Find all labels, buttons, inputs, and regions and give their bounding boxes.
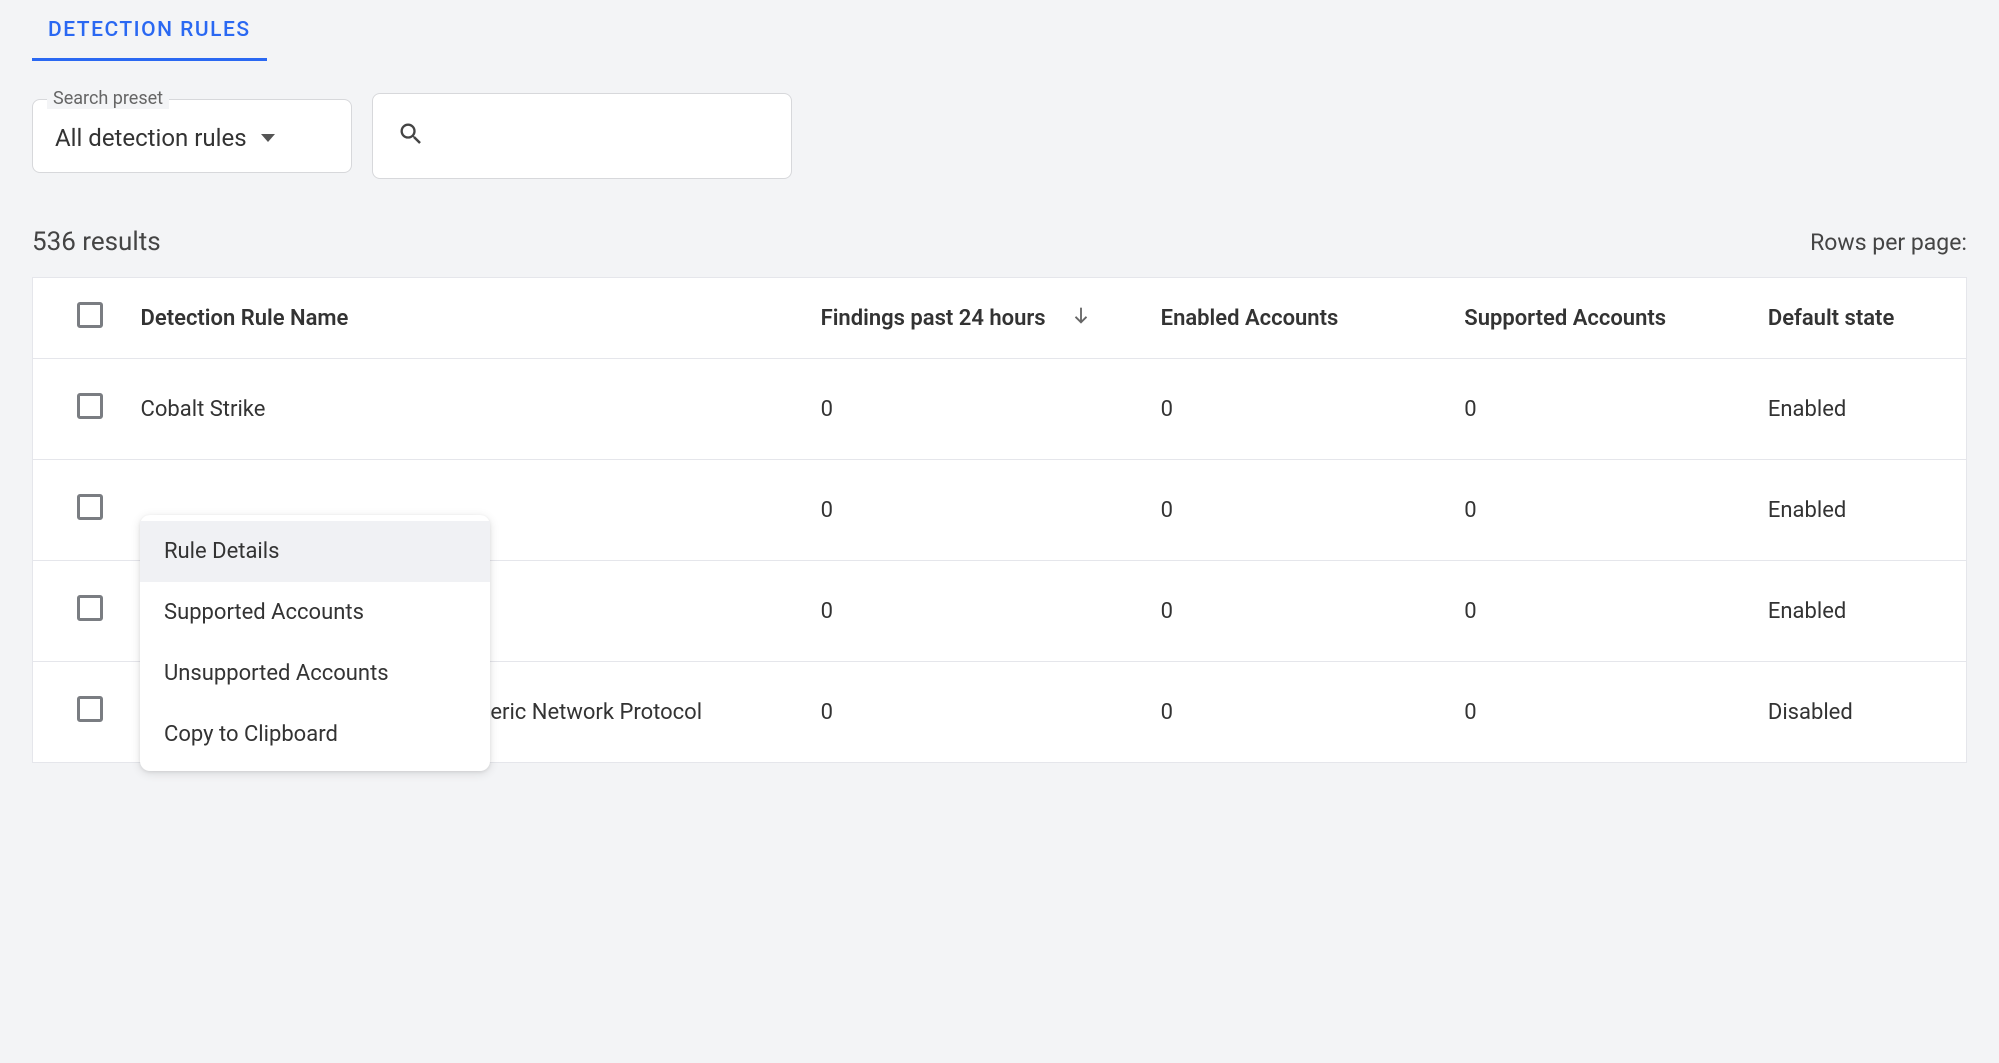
column-header-state[interactable]: Default state	[1748, 278, 1967, 359]
table-row[interactable]: Cobalt Strike 0 0 0 Enabled	[33, 359, 1967, 460]
results-count: 536 results	[32, 227, 161, 257]
menu-item-copy-clipboard[interactable]: Copy to Clipboard	[140, 704, 490, 765]
column-header-supported[interactable]: Supported Accounts	[1444, 278, 1748, 359]
rows-per-page-label: Rows per page:	[1810, 229, 1967, 256]
search-icon	[397, 120, 425, 152]
search-input-wrapper[interactable]	[372, 93, 792, 179]
menu-item-supported-accounts[interactable]: Supported Accounts	[140, 582, 490, 643]
state-cell: Disabled	[1748, 662, 1967, 763]
column-header-enabled[interactable]: Enabled Accounts	[1141, 278, 1445, 359]
findings-cell: 0	[801, 359, 1141, 460]
search-preset-legend: Search preset	[47, 88, 169, 109]
enabled-cell: 0	[1141, 460, 1445, 561]
state-cell: Enabled	[1748, 561, 1967, 662]
column-header-findings-label: Findings past 24 hours	[821, 306, 1046, 331]
findings-cell: 0	[801, 561, 1141, 662]
enabled-cell: 0	[1141, 359, 1445, 460]
select-all-checkbox[interactable]	[77, 302, 103, 328]
column-header-findings[interactable]: Findings past 24 hours	[801, 278, 1141, 359]
search-input[interactable]	[443, 122, 767, 150]
row-checkbox[interactable]	[77, 696, 103, 722]
row-context-menu: Rule Details Supported Accounts Unsuppor…	[140, 515, 490, 771]
findings-cell: 0	[801, 460, 1141, 561]
findings-cell: 0	[801, 662, 1141, 763]
sort-down-icon	[1070, 304, 1092, 332]
supported-cell: 0	[1444, 561, 1748, 662]
row-checkbox[interactable]	[77, 393, 103, 419]
menu-item-unsupported-accounts[interactable]: Unsupported Accounts	[140, 643, 490, 704]
enabled-cell: 0	[1141, 662, 1445, 763]
supported-cell: 0	[1444, 460, 1748, 561]
state-cell: Enabled	[1748, 359, 1967, 460]
state-cell: Enabled	[1748, 460, 1967, 561]
supported-cell: 0	[1444, 662, 1748, 763]
row-checkbox[interactable]	[77, 494, 103, 520]
search-preset-dropdown[interactable]: Search preset All detection rules	[32, 99, 352, 173]
row-checkbox[interactable]	[77, 595, 103, 621]
search-preset-value: All detection rules	[55, 124, 247, 152]
menu-item-rule-details[interactable]: Rule Details	[140, 521, 490, 582]
rule-name-cell[interactable]: Cobalt Strike	[121, 359, 801, 460]
supported-cell: 0	[1444, 359, 1748, 460]
enabled-cell: 0	[1141, 561, 1445, 662]
tab-detection-rules[interactable]: DETECTION RULES	[32, 0, 267, 61]
caret-down-icon	[261, 134, 275, 142]
column-header-name[interactable]: Detection Rule Name	[121, 278, 801, 359]
